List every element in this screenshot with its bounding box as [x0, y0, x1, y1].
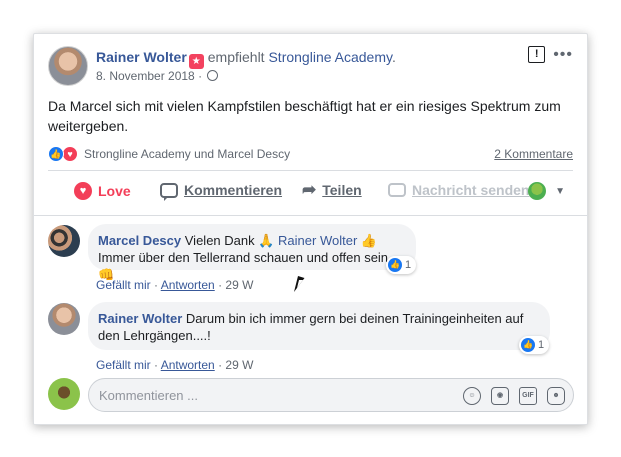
commenter-name[interactable]: Marcel Descy	[98, 233, 181, 248]
share-arrow-icon: ➦	[302, 180, 317, 199]
reactions-bar: 👍 ♥ Strongline Academy und Marcel Descy …	[48, 144, 573, 164]
comment-time[interactable]: 29 W	[225, 358, 253, 372]
more-options-icon[interactable]: •••	[553, 46, 573, 63]
comment-time[interactable]: 29 W	[225, 278, 253, 292]
post-date[interactable]: 8. November 2018	[96, 69, 195, 83]
post-meta: 8. November 2018 ·	[96, 69, 219, 83]
camera-icon[interactable]: ◉	[491, 387, 509, 405]
comment-bubble: Marcel Descy Vielen Dank 🙏 Rainer Wolter…	[88, 224, 416, 282]
post-body: Da Marcel sich mit vielen Kampfstilen be…	[48, 98, 561, 134]
comment-actions: Gefällt mir · Antworten · 29 W	[96, 358, 254, 372]
header-actions: ! •••	[528, 46, 573, 63]
comment-emoji: 👍	[360, 233, 378, 248]
commenter-avatar[interactable]	[48, 303, 80, 335]
love-button[interactable]: ♥ Love	[74, 182, 131, 200]
sticker-icon[interactable]: ☻	[547, 387, 565, 405]
reaction-icons[interactable]: 👍 ♥	[48, 146, 80, 162]
message-label: Nachricht senden	[412, 182, 530, 198]
meta-separator: ·	[198, 69, 203, 83]
page-link[interactable]: Strongline Academy	[268, 49, 391, 65]
comment-like-link[interactable]: Gefällt mir	[96, 358, 151, 372]
like-reaction-icon: 👍	[521, 338, 535, 352]
comment-bubble-icon	[160, 182, 178, 201]
comment-reaction-count: 1	[405, 259, 412, 271]
author-line: Rainer Wolter ★ empfiehlt Strongline Acade…	[96, 49, 396, 69]
send-message-button[interactable]: Nachricht senden	[388, 182, 529, 198]
composer-icons: ☺ ◉ GIF ☻	[463, 387, 565, 405]
comment-mention[interactable]: Rainer Wolter	[278, 233, 357, 248]
comments-section: Marcel Descy Vielen Dank 🙏 Rainer Wolter…	[34, 215, 587, 424]
commenter-name[interactable]: Rainer Wolter	[98, 311, 182, 326]
report-flag-icon[interactable]: !	[528, 46, 546, 63]
globe-icon	[207, 70, 219, 81]
message-bubble-icon	[388, 183, 406, 197]
comment-button[interactable]: Kommentieren	[160, 182, 283, 201]
reaction-names[interactable]: Strongline Academy und Marcel Descy	[84, 147, 290, 161]
comment-text: Vielen Dank 🙏	[184, 233, 275, 248]
comment-input[interactable]: Kommentieren ... ☺ ◉ GIF ☻	[88, 378, 574, 412]
comment-reply-link[interactable]: Antworten	[161, 358, 215, 372]
emoji-icon[interactable]: ☺	[463, 387, 481, 405]
chevron-down-icon: ▼	[555, 185, 565, 197]
recommend-badge-icon: ★	[188, 54, 204, 69]
recommends-text: empfiehlt	[207, 49, 265, 65]
comment-like-link[interactable]: Gefällt mir	[96, 278, 151, 292]
heart-icon: ♥	[74, 182, 92, 200]
love-reaction-icon: ♥	[62, 146, 78, 162]
gif-icon[interactable]: GIF	[519, 387, 537, 405]
comment-reaction-count: 1	[538, 339, 545, 351]
author-name[interactable]: Rainer Wolter	[96, 49, 187, 65]
comment-composer: Kommentieren ... ☺ ◉ GIF ☻	[48, 376, 574, 412]
page-suffix: .	[391, 49, 396, 65]
action-bar: ♥ Love Kommentieren ➦ Teilen Nachricht s…	[48, 176, 573, 208]
share-button[interactable]: ➦ Teilen	[302, 180, 362, 199]
comment-reaction-badge[interactable]: 👍 1	[519, 336, 550, 354]
author-avatar[interactable]	[48, 46, 88, 86]
share-label: Teilen	[322, 182, 362, 198]
comments-count-link[interactable]: 2 Kommentare	[494, 147, 573, 161]
comment-label: Kommentieren	[184, 182, 283, 198]
comment-bubble: Rainer Wolter Darum bin ich immer gern b…	[88, 302, 550, 350]
page-avatar	[528, 182, 547, 200]
like-reaction-icon: 👍	[48, 146, 64, 162]
comment-input-placeholder: Kommentieren ...	[99, 388, 198, 403]
reaction-identity-selector[interactable]: ▼	[528, 182, 565, 200]
comment-actions: Gefällt mir · Antworten · 29 W	[96, 278, 254, 292]
love-label: Love	[98, 183, 131, 199]
like-reaction-icon: 👍	[388, 258, 402, 272]
comment-reply-link[interactable]: Antworten	[161, 278, 215, 292]
post-card: Rainer Wolter ★ empfiehlt Strongline Acade…	[33, 33, 588, 425]
commenter-avatar[interactable]	[48, 225, 80, 257]
post-header: Rainer Wolter ★ empfiehlt Strongline Acade…	[48, 46, 573, 90]
divider	[48, 170, 573, 171]
composer-avatar	[48, 378, 80, 410]
comment-reaction-badge[interactable]: 👍 1	[386, 256, 417, 274]
